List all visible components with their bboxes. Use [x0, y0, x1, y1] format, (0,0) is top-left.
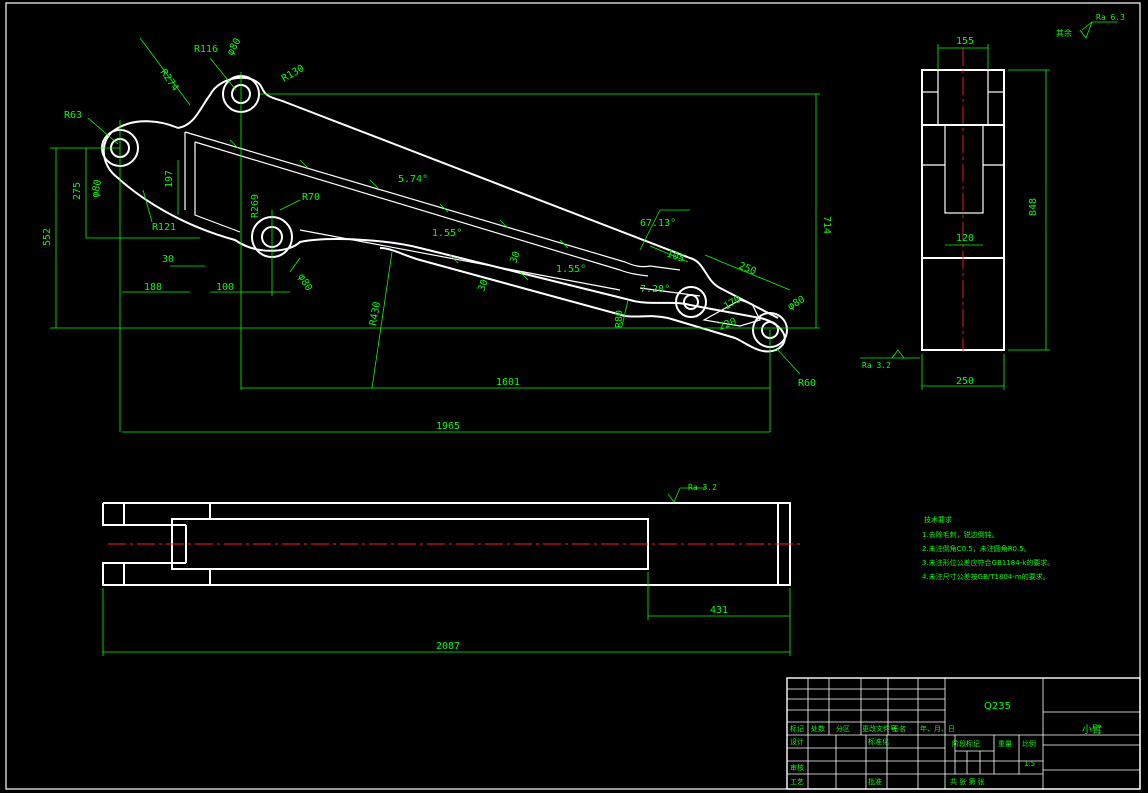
label-714: 714 [821, 216, 832, 234]
roughness-other-label: 其余 [1056, 28, 1072, 38]
label-side-120: 120 [956, 233, 974, 244]
label-275: 275 [72, 182, 83, 200]
cad-drawing-canvas: R116 R274 R130 R63 R121 R269 R70 R80 R43… [5, 2, 1141, 790]
arm-top-edge [177, 76, 779, 319]
label-100: 100 [216, 282, 234, 293]
label-2087: 2087 [436, 641, 460, 652]
notes-title: 技术要求 [924, 515, 952, 524]
tb-review: 审核 [790, 763, 804, 772]
note-3: 3.未注形位公差应符合GB1184-k的要求。 [922, 558, 1054, 567]
label-r274: R274 [158, 67, 181, 93]
label-188: 188 [144, 282, 162, 293]
arm-inner-web [184, 131, 761, 327]
label-dia-top: φ80 [225, 36, 244, 57]
label-220: 220 [717, 316, 738, 333]
tb-approve: 批准 [868, 777, 882, 786]
drawing-border [5, 2, 1141, 790]
label-r121: R121 [152, 222, 176, 233]
title-block: Q235 小臂 标记 处数 分区 更改文件号 签名 年、月、日 设计 标准化 审… [786, 677, 1141, 790]
roughness-bottom: Ra 3.2 [688, 483, 717, 492]
roughness-default: Ra 6.3 [1096, 13, 1125, 22]
label-angle-155b: 1.55° [556, 264, 586, 275]
tb-mark: 标记 [790, 724, 804, 733]
label-angle-155a: 1.55° [432, 228, 462, 239]
side-view: 155 120 848 250 Ra 3.2 Ra 6.3 其余 [860, 13, 1125, 390]
label-30a: 30 [162, 254, 174, 265]
tb-designer: 设计 [790, 737, 804, 746]
label-r269: R269 [250, 194, 261, 218]
label-dia-middle: φ80 [295, 272, 314, 293]
roughness-side: Ra 3.2 [862, 361, 891, 370]
label-552: 552 [42, 228, 53, 246]
tb-process: 工艺 [790, 778, 804, 786]
label-r430: R430 [368, 301, 383, 327]
label-r130: R130 [280, 63, 306, 85]
label-angle-728: 7.28° [640, 284, 670, 295]
tb-sign: 签名 [892, 724, 906, 733]
label-30b: 30 [508, 250, 522, 265]
label-r60: R60 [798, 378, 816, 389]
tb-standardize: 标准化 [868, 737, 889, 746]
label-r70: R70 [302, 192, 320, 203]
tb-weight: 重量 [998, 740, 1012, 748]
part-name: 小臂 [1082, 723, 1102, 736]
label-dia-left: φ80 [90, 179, 104, 199]
tb-stage: 阶段标记 [952, 739, 980, 748]
label-250: 250 [737, 261, 758, 278]
tb-sheet: 共 张 第 张 [950, 777, 985, 786]
label-r116: R116 [194, 44, 218, 55]
label-side-250: 250 [956, 376, 974, 387]
tb-date: 年、月、日 [920, 724, 955, 733]
tb-zone: 分区 [836, 724, 850, 733]
bottom-view: 431 2087 Ra 3.2 [102, 483, 802, 656]
side-view-inner [944, 124, 984, 214]
boss-right [675, 286, 707, 318]
label-dia-end: φ80 [786, 294, 807, 313]
label-side-848: 848 [1028, 198, 1039, 216]
main-view: R116 R274 R130 R63 R121 R269 R70 R80 R43… [42, 36, 832, 433]
note-1: 1.去除毛刺，锐边倒钝。 [922, 530, 999, 539]
label-431: 431 [710, 605, 728, 616]
label-197: 197 [164, 170, 175, 188]
label-r80: R80 [614, 310, 625, 328]
note-2: 2.未注倒角C0.5，未注圆角R0.5。 [922, 544, 1031, 553]
label-1965: 1965 [436, 421, 460, 432]
bottom-view-dims [102, 487, 791, 656]
label-angle-574: 5.74° [398, 174, 428, 185]
label-side-155: 155 [956, 36, 974, 47]
tb-count: 处数 [811, 724, 825, 733]
label-105: 105 [665, 248, 686, 265]
hole-right [683, 294, 699, 310]
label-170: 170 [722, 294, 743, 313]
technical-notes: 技术要求 1.去除毛刺，锐边倒钝。 2.未注倒角C0.5，未注圆角R0.5。 3… [922, 515, 1054, 581]
note-4: 4.未注尺寸公差按GB/T1804-m的要求。 [922, 572, 1050, 581]
side-view-dims [860, 21, 1118, 390]
tb-ratio: 比例 [1022, 739, 1036, 748]
label-1601: 1601 [496, 377, 520, 388]
label-30c: 30 [476, 278, 490, 293]
material-label: Q235 [984, 701, 1011, 712]
label-angle-6713: 67.13° [640, 218, 676, 229]
tb-scale: 1:5 [1024, 760, 1035, 768]
label-r63: R63 [64, 110, 82, 121]
